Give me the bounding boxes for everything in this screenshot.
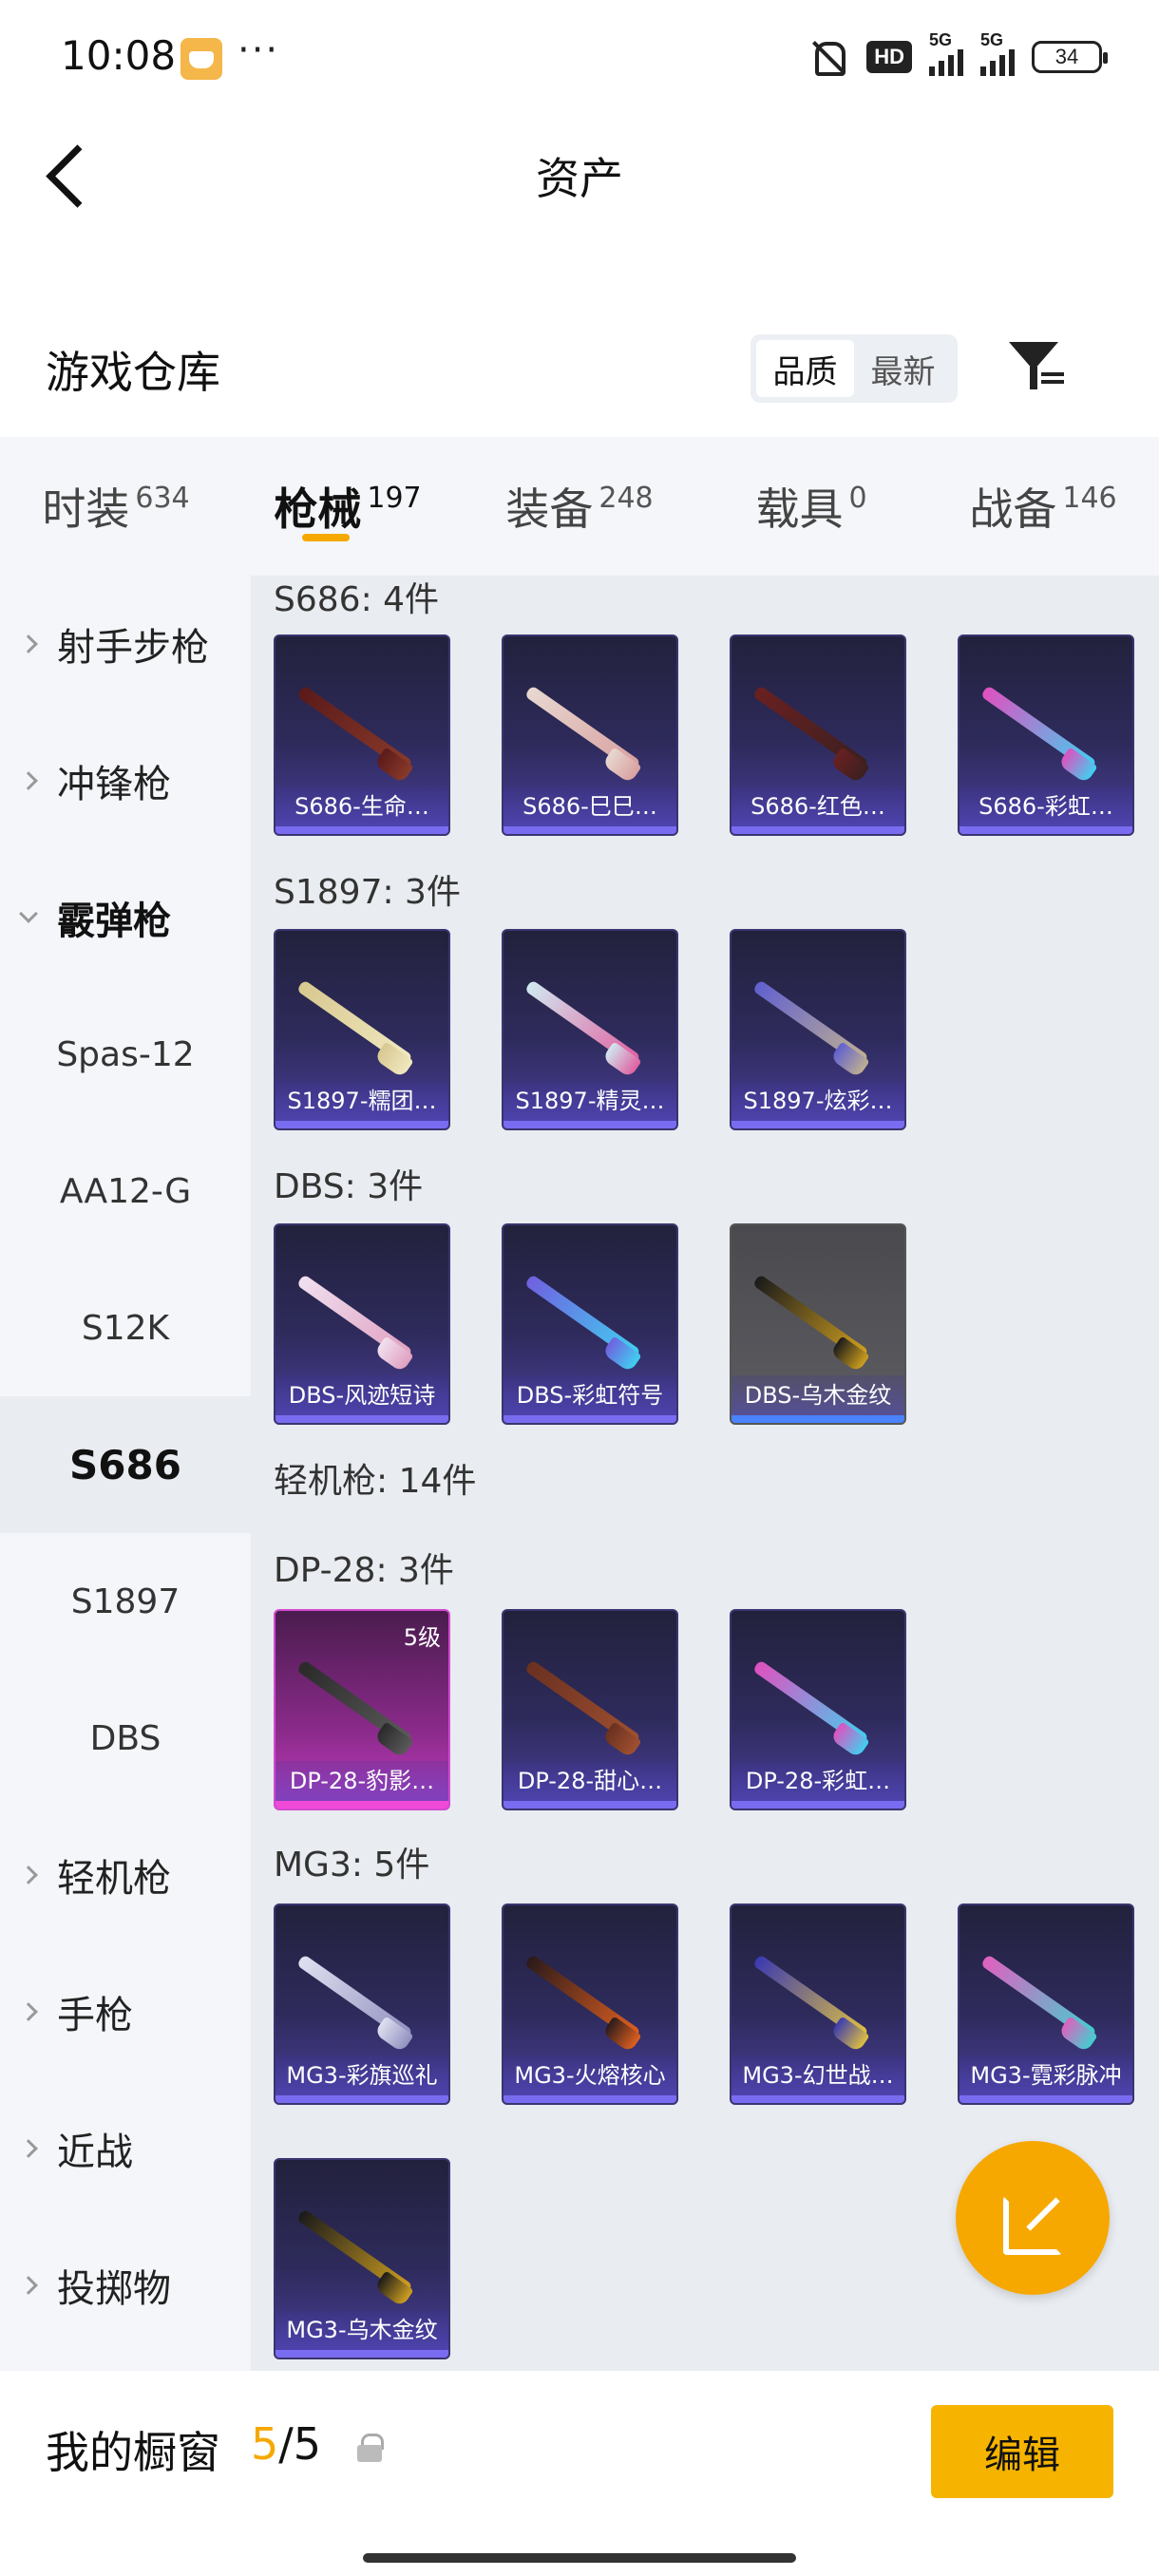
weapon-card[interactable]: DP-28-彩虹… xyxy=(730,1609,906,1810)
weapon-card[interactable]: 5级 DP-28-豹影… xyxy=(274,1609,450,1810)
tab-equipment[interactable]: 装备 248 xyxy=(464,437,695,576)
app-notification-icon xyxy=(180,38,222,80)
showcase-count: 5/5 xyxy=(251,2418,322,2470)
weapon-card[interactable]: S686-彩虹… xyxy=(958,635,1134,836)
sidebar-item-s12k[interactable]: S12K xyxy=(0,1260,251,1396)
weapon-card[interactable]: S1897-糯团… xyxy=(274,929,450,1130)
weapon-card[interactable]: MG3-霓彩脉冲 xyxy=(958,1904,1134,2105)
sort-by-newest[interactable]: 最新 xyxy=(854,340,952,397)
chevron-down-icon xyxy=(0,904,57,923)
status-indicators: HD 5G 5G 34 xyxy=(806,30,1108,78)
group-label-s686: S686: 4件 xyxy=(274,580,440,619)
filter-list-icon xyxy=(1041,372,1064,391)
battery-icon: 34 xyxy=(1032,41,1108,73)
sidebar-item-smg[interactable]: 冲锋枪 xyxy=(0,712,251,849)
weapon-grid[interactable]: S686: 4件 S686-生命… S686-巳巳… S686-红色… S686… xyxy=(251,576,1159,2371)
share-button[interactable] xyxy=(956,2141,1110,2295)
status-time: 10:08 xyxy=(61,32,177,79)
level-badge: 5级 xyxy=(403,1624,441,1651)
sidebar-item-dbs[interactable]: DBS xyxy=(0,1670,251,1807)
hd-badge: HD xyxy=(866,41,912,73)
sort-by-quality[interactable]: 品质 xyxy=(756,340,854,397)
chevron-right-icon xyxy=(0,2139,57,2158)
weapon-card[interactable]: MG3-乌木金纹 xyxy=(274,2158,450,2359)
tab-fashion[interactable]: 时装 634 xyxy=(0,437,232,576)
weapon-card[interactable]: S1897-炫彩… xyxy=(730,929,906,1130)
sidebar-item-throwable[interactable]: 投掷物 xyxy=(0,2217,251,2354)
weapon-card[interactable]: S686-生命… xyxy=(274,635,450,836)
group-label-dp28: DP-28: 3件 xyxy=(274,1551,454,1590)
weapon-card[interactable]: MG3-彩旗巡礼 xyxy=(274,1904,450,2105)
signal-icon: 5G xyxy=(929,30,963,76)
weapon-type-sidebar: 射手步枪 冲锋枪 霰弹枪 Spas-12 AA12-G S12K S686 S1… xyxy=(0,576,251,2371)
share-icon xyxy=(1003,2188,1062,2255)
weapon-card[interactable]: DBS-乌木金纹 xyxy=(730,1223,906,1425)
lock-icon xyxy=(357,2434,384,2462)
group-label-dbs: DBS: 3件 xyxy=(274,1167,424,1206)
chevron-right-icon xyxy=(0,2002,57,2021)
showcase-bar: 我的橱窗 5/5 编辑 xyxy=(0,2371,1159,2576)
category-tabs: 时装 634 枪械 197 装备 248 载具 0 战备 146 xyxy=(0,437,1159,576)
tab-vehicles[interactable]: 载具 0 xyxy=(695,437,927,576)
sidebar-item-lmg[interactable]: 轻机枪 xyxy=(0,1807,251,1943)
sidebar-item-s686[interactable]: S686 xyxy=(0,1396,251,1533)
warehouse-title: 游戏仓库 xyxy=(46,347,220,398)
sidebar-item-s1897[interactable]: S1897 xyxy=(0,1533,251,1670)
weapon-card[interactable]: S686-红色… xyxy=(730,635,906,836)
weapon-card[interactable]: MG3-幻世战… xyxy=(730,1904,906,2105)
weapon-card[interactable]: DBS-风迹短诗 xyxy=(274,1223,450,1425)
chevron-right-icon xyxy=(0,2276,57,2295)
weapon-card[interactable]: MG3-火熔核心 xyxy=(502,1904,678,2105)
group-label-mg3: MG3: 5件 xyxy=(274,1846,430,1885)
more-notifications-icon: ··· xyxy=(238,28,280,72)
chevron-right-icon xyxy=(0,635,57,653)
weapon-card[interactable]: DP-28-甜心… xyxy=(502,1609,678,1810)
weapon-card[interactable]: DBS-彩虹符号 xyxy=(502,1223,678,1425)
status-bar: 10:08 ··· HD 5G 5G 34 xyxy=(0,0,1159,114)
sidebar-item-marksman-rifle[interactable]: 射手步枪 xyxy=(0,576,251,712)
group-label-lmg: 轻机枪: 14件 xyxy=(274,1462,477,1501)
tab-supplies[interactable]: 战备 146 xyxy=(927,437,1159,576)
page-title: 资产 xyxy=(536,153,623,204)
sort-toggle: 品质 最新 xyxy=(750,334,958,403)
sidebar-item-melee[interactable]: 近战 xyxy=(0,2080,251,2217)
weapon-card[interactable]: S1897-精灵… xyxy=(502,929,678,1130)
edit-button[interactable]: 编辑 xyxy=(931,2405,1113,2498)
tab-firearms[interactable]: 枪械 197 xyxy=(232,437,464,576)
weapon-card[interactable]: S686-巳巳… xyxy=(502,635,678,836)
group-label-s1897: S1897: 3件 xyxy=(274,873,461,912)
mute-icon xyxy=(806,38,849,76)
chevron-right-icon xyxy=(0,1866,57,1885)
signal-icon-2: 5G xyxy=(980,30,1015,76)
sidebar-item-spas12[interactable]: Spas-12 xyxy=(0,986,251,1123)
sidebar-item-aa12g[interactable]: AA12-G xyxy=(0,1123,251,1260)
chevron-right-icon xyxy=(0,771,57,790)
sidebar-item-pistol[interactable]: 手枪 xyxy=(0,1943,251,2080)
home-indicator[interactable] xyxy=(363,2553,796,2563)
sidebar-item-shotgun[interactable]: 霰弹枪 xyxy=(0,849,251,986)
showcase-label: 我的橱窗 xyxy=(46,2427,220,2478)
